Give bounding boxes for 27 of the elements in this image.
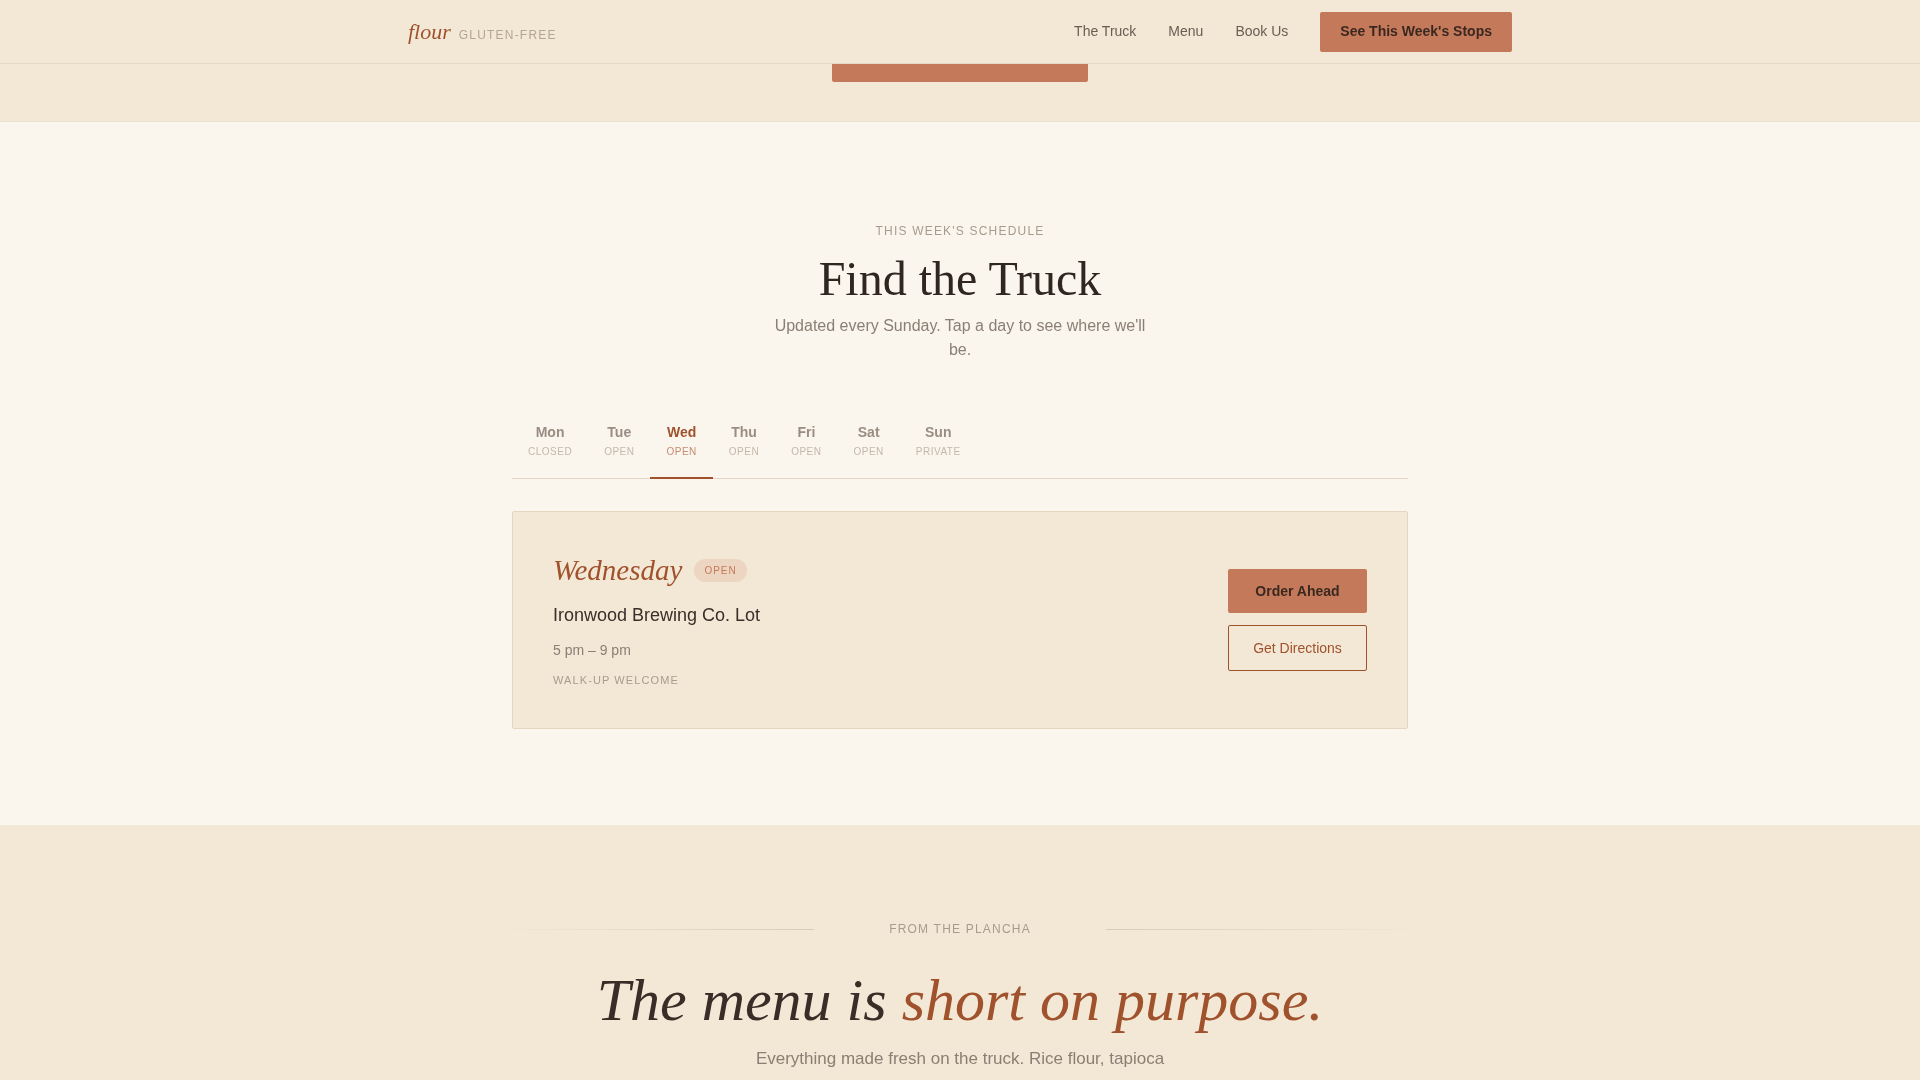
- day-tab[interactable]: Tue OPEN: [588, 410, 651, 479]
- cut-off-button[interactable]: [832, 64, 1088, 82]
- nav-link[interactable]: Book Us: [1235, 21, 1289, 42]
- day-tab[interactable]: Thu OPEN: [712, 410, 776, 479]
- section-title: The menu is short on purpose.: [596, 966, 1324, 1035]
- section-subtitle: Everything made fresh on the truck. Rice flour, tapioca: [755, 1048, 1165, 1070]
- order-ahead-button[interactable]: Order Ahead: [1228, 569, 1367, 613]
- logo-wordmark[interactable]: flour: [408, 20, 451, 43]
- day-tab[interactable]: Mon CLOSED: [512, 410, 589, 479]
- directions-button[interactable]: Get Directions: [1228, 625, 1367, 671]
- logo-tagline: GLUTEN-FREE: [458, 28, 557, 41]
- section-title: Find the Truck: [818, 251, 1102, 307]
- day-heading: Wednesday: [553, 553, 683, 588]
- day-tab[interactable]: Sat OPEN: [837, 410, 900, 479]
- see-stops-button[interactable]: See This Week's Stops: [1320, 11, 1512, 52]
- section-eyebrow: THIS WEEK'S SCHEDULE: [875, 223, 1045, 239]
- nav-link[interactable]: Menu: [1168, 21, 1204, 42]
- location-name: Ironwood Brewing Co. Lot: [553, 604, 761, 627]
- hours-text: 5 pm – 9 pm: [553, 641, 632, 660]
- day-tab[interactable]: Sun PRIVATE: [899, 410, 977, 479]
- day-tab[interactable]: Fri OPEN: [775, 410, 838, 479]
- status-badge: OPEN: [694, 558, 747, 582]
- nav-link[interactable]: The Truck: [1074, 21, 1137, 42]
- section-subtitle: Updated every Sunday. Tap a day to see where we'll be.: [773, 316, 1147, 360]
- note-text: WALK-UP WELCOME: [553, 673, 680, 688]
- day-tab[interactable]: Wed OPEN: [650, 410, 713, 479]
- section-eyebrow: FROM THE PLANCHA: [889, 921, 1031, 937]
